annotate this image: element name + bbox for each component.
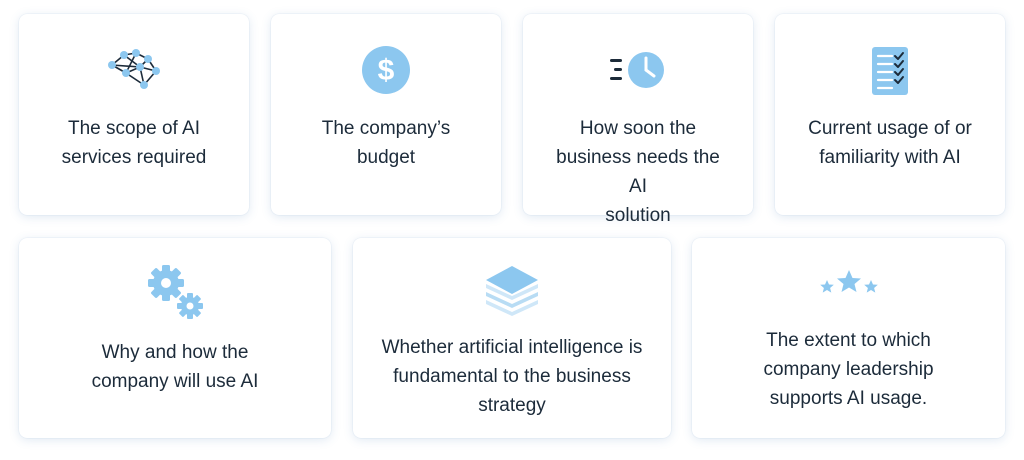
card-text: Whether artificial intelligence is funda… xyxy=(381,337,643,416)
gears-icon xyxy=(19,264,331,320)
neural-network-icon xyxy=(19,45,249,95)
card-current-usage: Current usage of or familiarity with AI xyxy=(775,14,1005,215)
card-strategy: Whether artificial intelligence is funda… xyxy=(353,238,671,438)
card-ai-scope: The scope of AI services required xyxy=(19,14,249,215)
card-text: The company’s budget xyxy=(321,118,451,168)
checklist-icon xyxy=(775,45,1005,97)
fast-clock-icon xyxy=(523,45,753,95)
dollar-icon: $ xyxy=(271,45,501,95)
svg-text:$: $ xyxy=(378,54,395,87)
card-timing: How soon the business needs the AI solut… xyxy=(523,14,753,226)
card-text: The scope of AI services required xyxy=(61,118,207,168)
card-text: Current usage of or familiarity with AI xyxy=(808,118,972,168)
stars-icon xyxy=(692,268,1005,298)
layers-icon xyxy=(353,262,671,320)
card-why-how: Why and how the company will use AI xyxy=(19,238,331,438)
card-text: The extent to which company leadership s… xyxy=(763,330,934,409)
card-text: Why and how the company will use AI xyxy=(91,342,259,392)
card-budget: $ The company’s budget xyxy=(271,14,501,215)
card-leadership-support: The extent to which company leadership s… xyxy=(692,238,1005,438)
card-text: How soon the business needs the AI solut… xyxy=(556,118,720,226)
